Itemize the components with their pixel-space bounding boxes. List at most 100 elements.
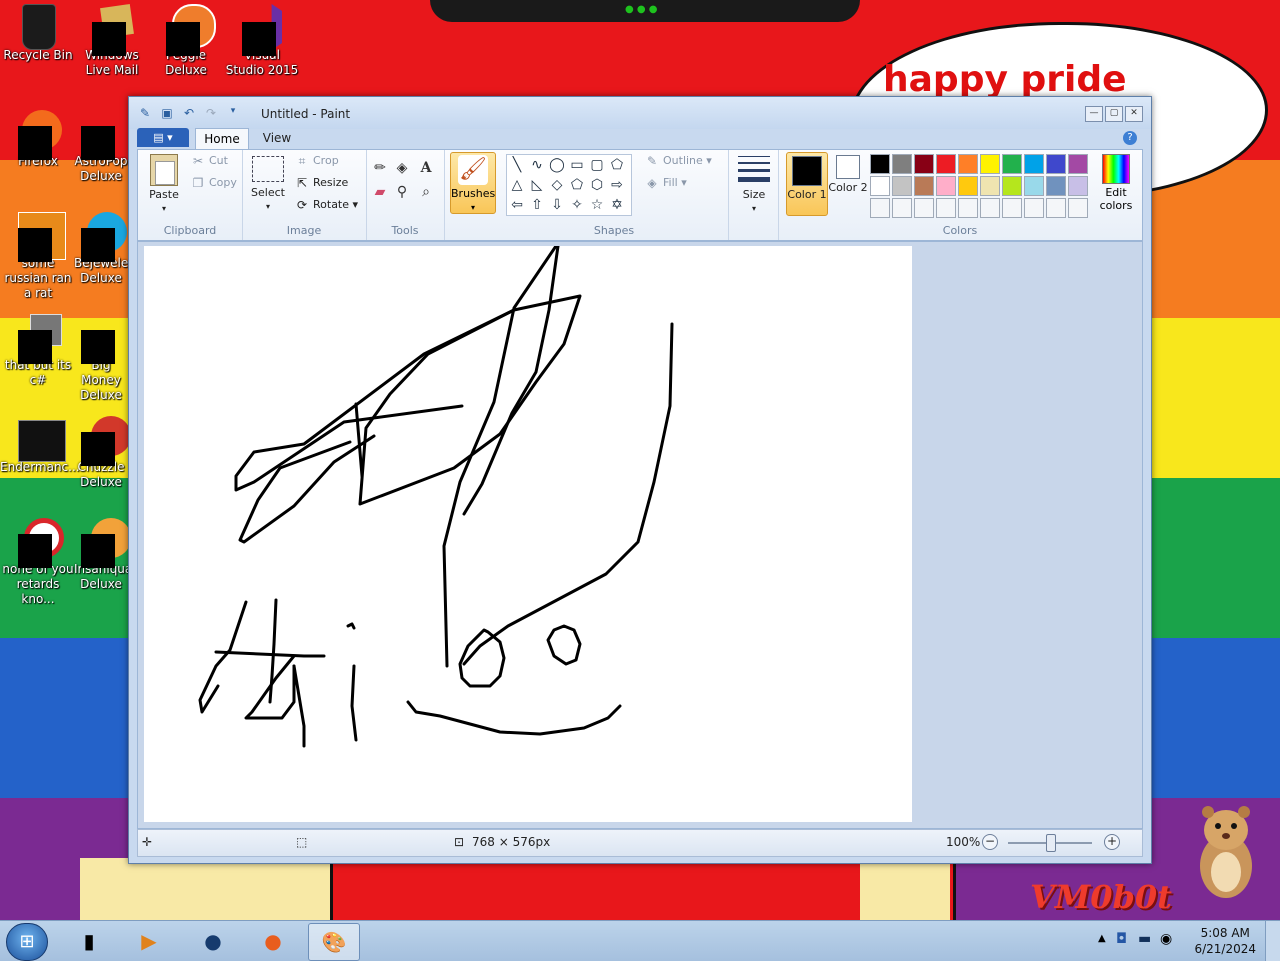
taskbar-server-manager[interactable]: ▮ xyxy=(64,923,114,959)
palette-empty-swatch[interactable] xyxy=(936,198,956,218)
drawing-canvas[interactable] xyxy=(144,244,912,822)
hexagon-shape-icon[interactable]: ⬡ xyxy=(587,175,607,195)
desktop-icon-recycle-bin[interactable]: Recycle Bin xyxy=(0,4,76,63)
palette-swatch[interactable] xyxy=(914,176,934,196)
cut-button[interactable]: ✂ Cut xyxy=(190,154,228,168)
paste-button[interactable]: Paste ▾ xyxy=(144,154,184,214)
taskbar-paint[interactable]: 🎨 xyxy=(308,923,360,961)
taskbar-firefox[interactable]: ● xyxy=(248,923,298,959)
rounded-rect-shape-icon[interactable]: ▢ xyxy=(587,155,607,175)
network-icon[interactable]: ▬ xyxy=(1138,931,1151,947)
tab-home[interactable]: Home xyxy=(195,128,249,149)
diamond-shape-icon[interactable]: ◇ xyxy=(547,175,567,195)
tray-app-icon[interactable]: ◘ xyxy=(1116,931,1127,947)
desktop-icon-big-money-deluxe[interactable]: Big Money Deluxe xyxy=(74,314,128,403)
text-tool-icon[interactable]: A xyxy=(416,158,436,178)
line-shape-icon[interactable]: ╲ xyxy=(507,155,527,175)
file-menu-button[interactable]: ▤ ▾ xyxy=(137,128,189,147)
color1-button[interactable]: Color 1 xyxy=(786,152,828,216)
curve-shape-icon[interactable]: ∿ xyxy=(527,155,547,175)
tab-view[interactable]: View xyxy=(255,128,299,148)
palette-swatch[interactable] xyxy=(1024,176,1044,196)
desktop-icon-bejeweled-deluxe[interactable]: Bejeweled Deluxe xyxy=(74,212,128,286)
pencil-icon[interactable]: ✏ xyxy=(370,158,390,178)
desktop-icon-firefox[interactable]: Firefox xyxy=(0,110,76,169)
copy-button[interactable]: ❐ Copy xyxy=(190,176,237,190)
taskbar-media-player[interactable]: ▶ xyxy=(124,923,174,959)
palette-swatch[interactable] xyxy=(980,154,1000,174)
palette-swatch[interactable] xyxy=(1002,176,1022,196)
zoom-out-button[interactable]: − xyxy=(982,834,998,850)
pentagon-shape-icon[interactable]: ⬠ xyxy=(567,175,587,195)
taskbar-globe[interactable]: ● xyxy=(188,923,238,959)
edit-colors-button[interactable]: Edit colors xyxy=(1094,152,1138,212)
desktop-icon-that-but-its-csharp[interactable]: that but its c# xyxy=(0,314,76,388)
paint-window[interactable]: ✎ ▣ ↶ ↷ ▾ Untitled - Paint — ▢ ✕ ▤ ▾ Hom… xyxy=(128,96,1152,864)
palette-empty-swatch[interactable] xyxy=(870,198,890,218)
down-arrow-shape-icon[interactable]: ⇩ xyxy=(547,195,567,215)
palette-swatch[interactable] xyxy=(892,176,912,196)
maximize-button[interactable]: ▢ xyxy=(1105,106,1123,122)
palette-swatch[interactable] xyxy=(936,176,956,196)
palette-swatch[interactable] xyxy=(1024,154,1044,174)
desktop-icon-astropop-deluxe[interactable]: AstroPop Deluxe xyxy=(74,110,128,184)
paint-app-icon[interactable]: ✎ xyxy=(137,106,153,120)
undo-icon[interactable]: ↶ xyxy=(181,106,197,120)
triangle-shape-icon[interactable]: △ xyxy=(507,175,527,195)
palette-swatch[interactable] xyxy=(870,176,890,196)
resize-button[interactable]: ⇱ Resize xyxy=(294,176,348,190)
palette-swatch[interactable] xyxy=(936,154,956,174)
desktop-icon-chuzzle-deluxe[interactable]: Chuzzle Deluxe xyxy=(74,416,128,490)
palette-empty-swatch[interactable] xyxy=(1046,198,1066,218)
desktop-icon-windows-live-mail[interactable]: Windows Live Mail xyxy=(74,4,150,78)
six-point-star-icon[interactable]: ✡ xyxy=(607,195,627,215)
close-button[interactable]: ✕ xyxy=(1125,106,1143,122)
palette-swatch[interactable] xyxy=(914,154,934,174)
redo-icon[interactable]: ↷ xyxy=(203,106,219,120)
zoom-in-button[interactable]: + xyxy=(1104,834,1120,850)
eraser-icon[interactable]: ▰ xyxy=(370,182,390,202)
desktop-icon-peggle-deluxe[interactable]: Peggle Deluxe xyxy=(148,4,224,78)
size-button[interactable]: Size ▾ xyxy=(734,156,774,214)
palette-empty-swatch[interactable] xyxy=(1002,198,1022,218)
palette-swatch[interactable] xyxy=(870,154,890,174)
help-icon[interactable]: ? xyxy=(1123,131,1137,145)
desktop-icon-none-of-you[interactable]: none of you retards kno... xyxy=(0,518,76,607)
palette-swatch[interactable] xyxy=(1068,154,1088,174)
right-triangle-shape-icon[interactable]: ◺ xyxy=(527,175,547,195)
palette-swatch[interactable] xyxy=(958,154,978,174)
desktop-icon-some-russian-ran-a-rat[interactable]: some russian ran a rat xyxy=(0,212,76,301)
polygon-shape-icon[interactable]: ⬠ xyxy=(607,155,627,175)
palette-swatch[interactable] xyxy=(958,176,978,196)
palette-swatch[interactable] xyxy=(980,176,1000,196)
tray-expand-icon[interactable]: ▲ xyxy=(1098,933,1106,944)
palette-swatch[interactable] xyxy=(1046,154,1066,174)
minimize-button[interactable]: — xyxy=(1085,106,1103,122)
color2-button[interactable]: Color 2 xyxy=(828,152,868,214)
palette-empty-swatch[interactable] xyxy=(892,198,912,218)
palette-empty-swatch[interactable] xyxy=(980,198,1000,218)
palette-empty-swatch[interactable] xyxy=(914,198,934,218)
palette-empty-swatch[interactable] xyxy=(1068,198,1088,218)
customize-qat-icon[interactable]: ▾ xyxy=(225,106,241,120)
four-point-star-icon[interactable]: ✧ xyxy=(567,195,587,215)
palette-swatch[interactable] xyxy=(1002,154,1022,174)
desktop-icon-endermanch[interactable]: Endermanc... xyxy=(0,416,80,475)
select-button[interactable]: Select ▾ xyxy=(248,156,288,212)
up-arrow-shape-icon[interactable]: ⇧ xyxy=(527,195,547,215)
left-arrow-shape-icon[interactable]: ⇦ xyxy=(507,195,527,215)
desktop-icon-visual-studio-2015[interactable]: Visual Studio 2015 xyxy=(224,4,300,78)
palette-swatch[interactable] xyxy=(892,154,912,174)
palette-swatch[interactable] xyxy=(1068,176,1088,196)
desktop-icon-insaniquarium-deluxe[interactable]: Insaniquarium Deluxe xyxy=(74,518,128,592)
oval-shape-icon[interactable]: ◯ xyxy=(547,155,567,175)
rotate-button[interactable]: ⟳ Rotate ▾ xyxy=(294,198,358,212)
fill-bucket-icon[interactable]: ◈ xyxy=(392,158,412,178)
brushes-button[interactable]: 🖌 Brushes ▾ xyxy=(450,152,496,214)
fill-button[interactable]: ◈ Fill ▾ xyxy=(644,176,686,190)
show-desktop-button[interactable] xyxy=(1265,921,1280,961)
palette-empty-swatch[interactable] xyxy=(958,198,978,218)
clock[interactable]: 5:08 AM 6/21/2024 xyxy=(1194,925,1256,957)
outline-button[interactable]: ✎ Outline ▾ xyxy=(644,154,712,168)
volume-icon[interactable]: ◉ xyxy=(1160,931,1172,947)
